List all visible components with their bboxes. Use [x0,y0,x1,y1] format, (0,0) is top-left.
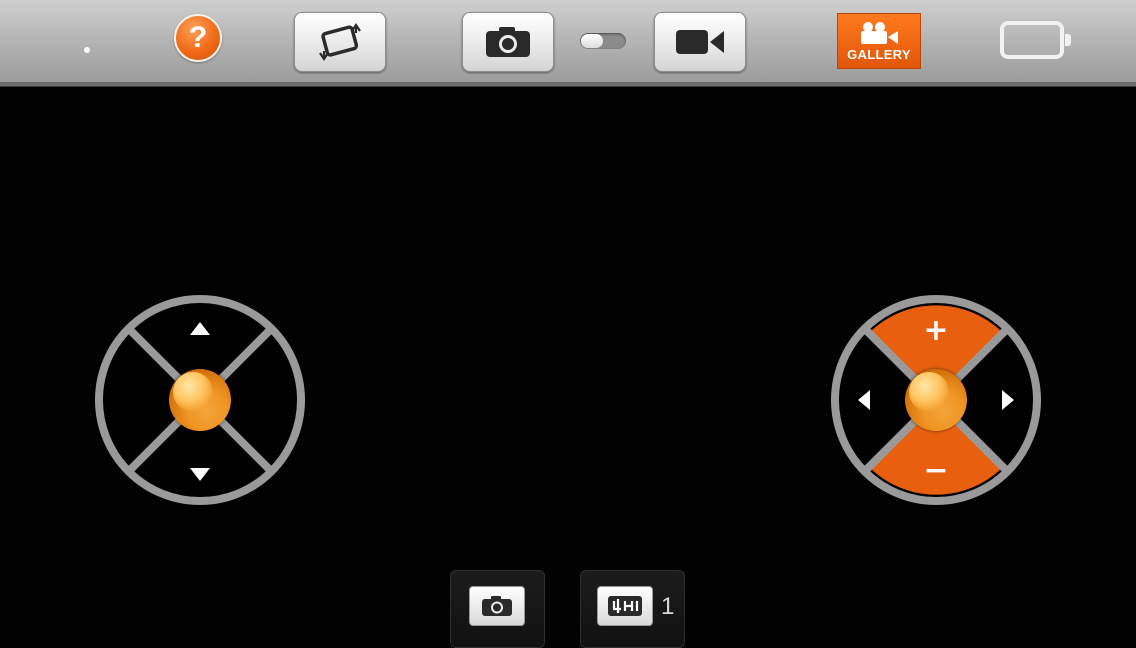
burst-mode-panel[interactable]: 1 [580,570,685,648]
capture-photo-button[interactable] [469,586,525,626]
zoom-in-label: + [923,313,948,348]
camera-icon [482,596,512,616]
battery-tip [1065,34,1071,46]
burst-icon [608,596,642,616]
top-toolbar: ? GALLERY [0,0,1136,86]
zoom-out-label: − [923,453,948,488]
video-mode-button[interactable] [654,12,746,72]
right-joystick[interactable]: + − [828,292,1044,508]
camera-icon [486,27,530,57]
battery-empty-icon [1000,21,1071,59]
burst-count-label: 1 [661,593,675,620]
photo-mode-button[interactable] [462,12,554,72]
photo-video-switch[interactable] [580,33,626,49]
help-label: ? [188,21,208,54]
gallery-button[interactable]: GALLERY [837,13,921,69]
film-camera-icon [861,21,898,44]
left-joystick-knob[interactable] [169,369,231,431]
switch-knob [581,34,603,48]
gallery-label: GALLERY [847,46,911,62]
burst-mode-button[interactable] [597,586,653,626]
knob-highlight [173,372,213,412]
rotate-screen-icon [319,23,361,61]
video-camera-icon [676,30,724,54]
left-joystick[interactable] [92,292,308,508]
capture-photo-panel[interactable] [450,570,545,648]
status-indicator [84,47,90,53]
rotate-button[interactable] [294,12,386,72]
knob-highlight [909,372,949,412]
right-joystick-knob[interactable] [905,369,967,431]
help-button[interactable]: ? [174,14,222,62]
